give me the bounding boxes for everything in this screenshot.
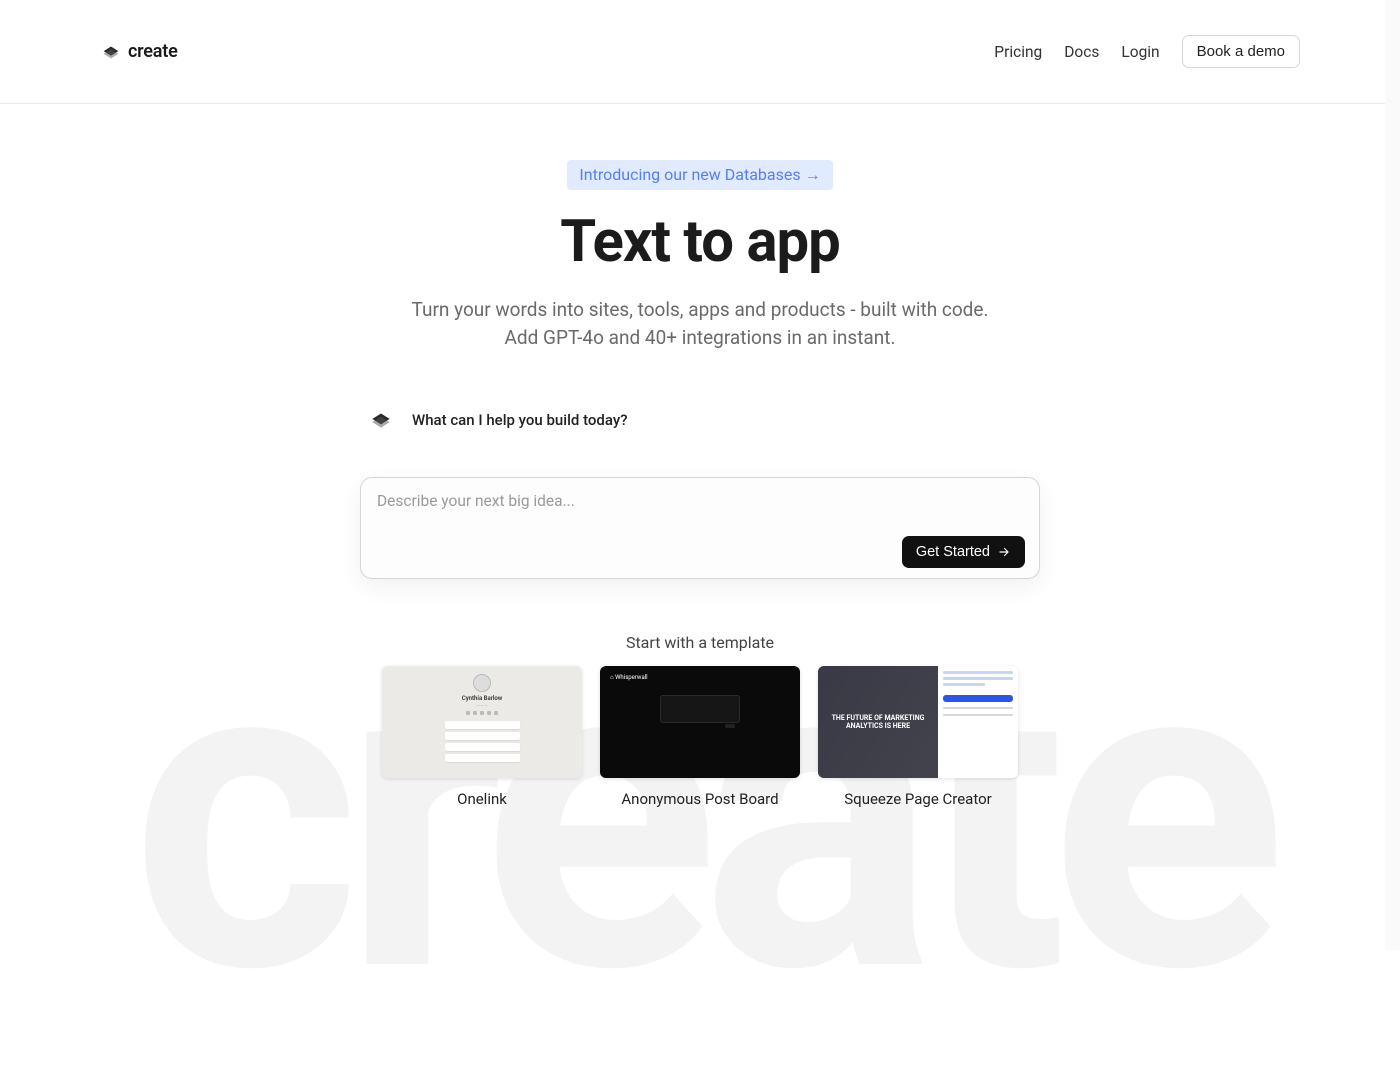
- hero-subtitle-line1: Turn your words into sites, tools, apps …: [0, 296, 1400, 324]
- nav-pricing[interactable]: Pricing: [994, 43, 1042, 61]
- nav-login[interactable]: Login: [1121, 43, 1159, 61]
- template-thumbnail: ⌂ Whisperwall: [600, 666, 800, 778]
- arrow-right-icon: [997, 545, 1011, 559]
- get-started-label: Get Started: [916, 544, 990, 560]
- brand-logo[interactable]: create: [100, 41, 178, 63]
- template-label: Onelink: [382, 790, 582, 808]
- logo-icon: [100, 41, 122, 63]
- hero-subtitle: Turn your words into sites, tools, apps …: [0, 296, 1400, 351]
- site-header: create Pricing Docs Login Book a demo: [0, 0, 1400, 104]
- templates-section: Start with a template Cynthia Barlow — —…: [380, 633, 1020, 808]
- template-label: Squeeze Page Creator: [818, 790, 1018, 808]
- idea-input[interactable]: [377, 492, 1025, 532]
- hero-section: Introducing our new Databases → Text to …: [0, 160, 1400, 351]
- template-squeeze-page-creator[interactable]: THE FUTURE OF MARKETING ANALYTICS IS HER…: [818, 666, 1018, 808]
- template-thumbnail: THE FUTURE OF MARKETING ANALYTICS IS HER…: [818, 666, 1018, 778]
- assistant-prompt-text: What can I help you build today?: [412, 411, 628, 429]
- template-onelink[interactable]: Cynthia Barlow — — — Onelink: [382, 666, 582, 808]
- template-thumbnail: Cynthia Barlow — — —: [382, 666, 582, 778]
- nav-docs[interactable]: Docs: [1064, 43, 1099, 61]
- hero-title: Text to app: [0, 208, 1400, 276]
- top-nav: Pricing Docs Login Book a demo: [994, 35, 1300, 68]
- idea-input-card: Get Started: [360, 477, 1040, 579]
- prompt-section: What can I help you build today? Get Sta…: [360, 407, 1040, 579]
- hero-subtitle-line2: Add GPT-4o and 40+ integrations in an in…: [0, 324, 1400, 352]
- template-anonymous-post-board[interactable]: ⌂ Whisperwall Anonymous Post Board: [600, 666, 800, 808]
- assistant-prompt: What can I help you build today?: [368, 407, 1040, 433]
- announcement-banner[interactable]: Introducing our new Databases →: [567, 160, 832, 190]
- logo-icon: [368, 407, 394, 433]
- brand-name: create: [128, 41, 178, 62]
- scrollbar-track[interactable]: [1385, 0, 1400, 950]
- templates-row: Cynthia Barlow — — — Onelink ⌂ Whisperwa…: [380, 666, 1020, 808]
- get-started-button[interactable]: Get Started: [902, 536, 1025, 568]
- templates-heading: Start with a template: [380, 633, 1020, 652]
- book-demo-button[interactable]: Book a demo: [1182, 35, 1300, 68]
- template-label: Anonymous Post Board: [600, 790, 800, 808]
